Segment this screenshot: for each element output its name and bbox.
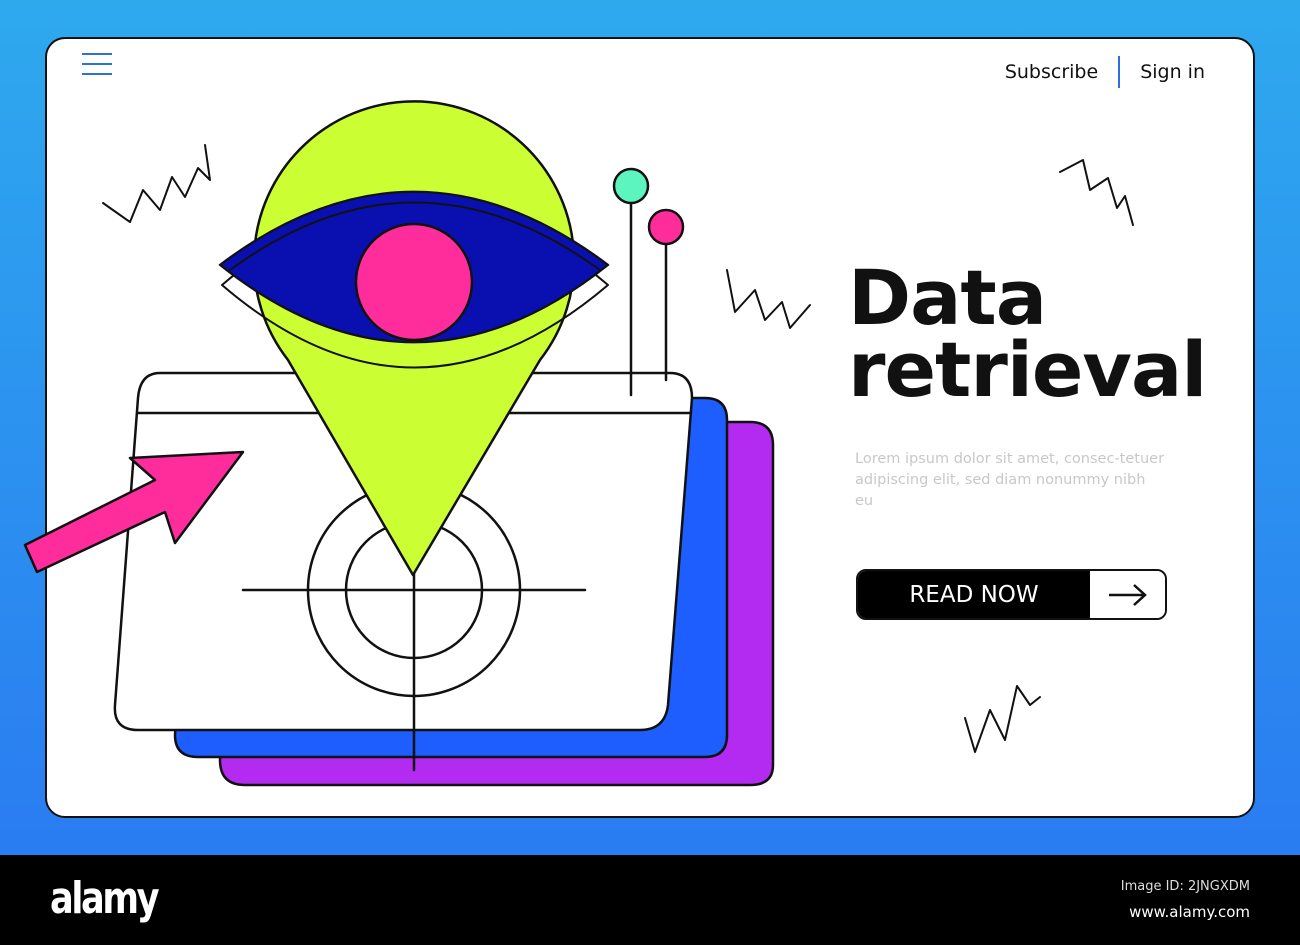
pink-dot-icon bbox=[647, 208, 685, 246]
watermark-footer: alamy Image ID: 2JNGXDM www.alamy.com bbox=[0, 855, 1300, 945]
site-url: www.alamy.com bbox=[1129, 903, 1250, 921]
page-title: Data retrieval bbox=[848, 253, 1207, 414]
image-id: Image ID: 2JNGXDM bbox=[1120, 879, 1250, 894]
read-now-label: READ NOW bbox=[858, 571, 1090, 618]
read-now-button[interactable]: READ NOW bbox=[856, 569, 1167, 620]
iris-icon bbox=[354, 222, 474, 342]
description-text: Lorem ipsum dolor sit amet, consec-tetue… bbox=[855, 451, 1165, 509]
alamy-logo: alamy bbox=[50, 873, 160, 924]
teal-dot-icon bbox=[612, 167, 650, 205]
data-retrieval-illustration bbox=[23, 100, 1134, 787]
arrow-right-icon bbox=[1090, 571, 1165, 618]
